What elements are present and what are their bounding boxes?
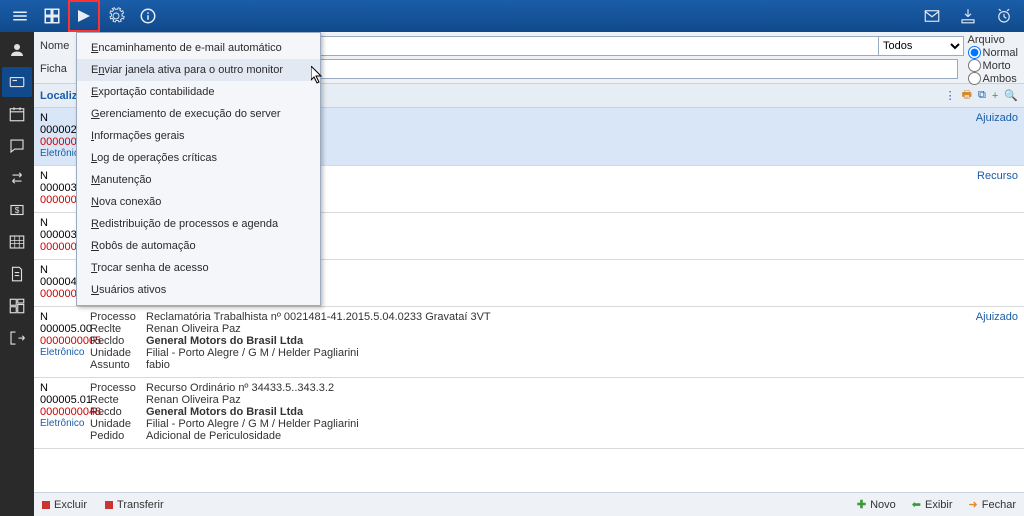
bottom-bar: Excluir Transferir ✚Novo ⬅Exibir ➜Fechar bbox=[34, 492, 1024, 516]
arquivo-group: Arquivo Normal Morto Ambos bbox=[968, 34, 1018, 85]
download-icon[interactable] bbox=[952, 0, 984, 32]
card-icon[interactable] bbox=[2, 67, 32, 97]
table-icon[interactable] bbox=[2, 227, 32, 257]
alarm-icon[interactable] bbox=[988, 0, 1020, 32]
chat-icon[interactable] bbox=[2, 131, 32, 161]
menu-item[interactable]: Log de operações críticas bbox=[77, 147, 320, 169]
menu-item[interactable]: Redistribuição de processos e agenda bbox=[77, 213, 320, 235]
copy-icon[interactable]: ⧉ bbox=[978, 89, 986, 102]
search-small-icon[interactable]: 🔍 bbox=[1004, 89, 1018, 102]
menu-item[interactable]: Usuários ativos bbox=[77, 279, 320, 301]
todos-select[interactable]: Todos bbox=[878, 36, 964, 56]
menu-item[interactable]: Robôs de automação bbox=[77, 235, 320, 257]
sidebar: $ bbox=[0, 32, 34, 516]
dashboard-icon[interactable] bbox=[2, 291, 32, 321]
radio-morto[interactable]: Morto bbox=[968, 59, 1018, 72]
menu-item[interactable]: Gerenciamento de execução do server bbox=[77, 103, 320, 125]
nome-label: Nome bbox=[40, 40, 76, 52]
document-icon[interactable] bbox=[2, 259, 32, 289]
money-icon[interactable]: $ bbox=[2, 195, 32, 225]
menu-item[interactable]: Manutenção bbox=[77, 169, 320, 191]
menu-item[interactable]: Encaminhamento de e-mail automático bbox=[77, 37, 320, 59]
excluir-button[interactable]: Excluir bbox=[42, 499, 87, 511]
print-icon[interactable]: 🖶 bbox=[962, 86, 972, 105]
transfer-icon[interactable] bbox=[2, 163, 32, 193]
menu-item[interactable]: Exportação contabilidade bbox=[77, 81, 320, 103]
fechar-button[interactable]: ➜Fechar bbox=[969, 498, 1016, 511]
arquivo-label: Arquivo bbox=[968, 34, 1018, 46]
transferir-button[interactable]: Transferir bbox=[105, 499, 164, 511]
grid-icon[interactable] bbox=[36, 0, 68, 32]
svg-text:$: $ bbox=[15, 206, 20, 215]
exibir-button[interactable]: ⬅Exibir bbox=[912, 498, 953, 511]
calendar-icon[interactable] bbox=[2, 99, 32, 129]
exit-icon[interactable] bbox=[2, 323, 32, 353]
tools-menu-button[interactable] bbox=[68, 0, 100, 32]
menu-item[interactable]: Informações gerais bbox=[77, 125, 320, 147]
plus-small-icon[interactable]: + bbox=[992, 90, 998, 102]
gear-icon[interactable] bbox=[100, 0, 132, 32]
person-icon[interactable] bbox=[2, 35, 32, 65]
case-row[interactable]: N 000005.000000000005EletrônicoProcessoR… bbox=[34, 307, 1024, 378]
radio-ambos[interactable]: Ambos bbox=[968, 72, 1018, 85]
dots-icon[interactable]: ⋮ bbox=[945, 89, 956, 102]
case-row[interactable]: N 000005.010000000048EletrônicoProcessoR… bbox=[34, 378, 1024, 449]
menu-item[interactable]: Nova conexão bbox=[77, 191, 320, 213]
topbar bbox=[0, 0, 1024, 32]
mail-icon[interactable] bbox=[916, 0, 948, 32]
radio-normal[interactable]: Normal bbox=[968, 46, 1018, 59]
menu-item[interactable]: Trocar senha de acesso bbox=[77, 257, 320, 279]
ficha-label: Ficha bbox=[40, 63, 76, 75]
tools-dropdown: Encaminhamento de e-mail automáticoEnvia… bbox=[76, 32, 321, 306]
menu-item[interactable]: Enviar janela ativa para o outro monitor bbox=[77, 59, 320, 81]
info-icon[interactable] bbox=[132, 0, 164, 32]
novo-button[interactable]: ✚Novo bbox=[857, 498, 896, 511]
hamburger-icon[interactable] bbox=[4, 0, 36, 32]
